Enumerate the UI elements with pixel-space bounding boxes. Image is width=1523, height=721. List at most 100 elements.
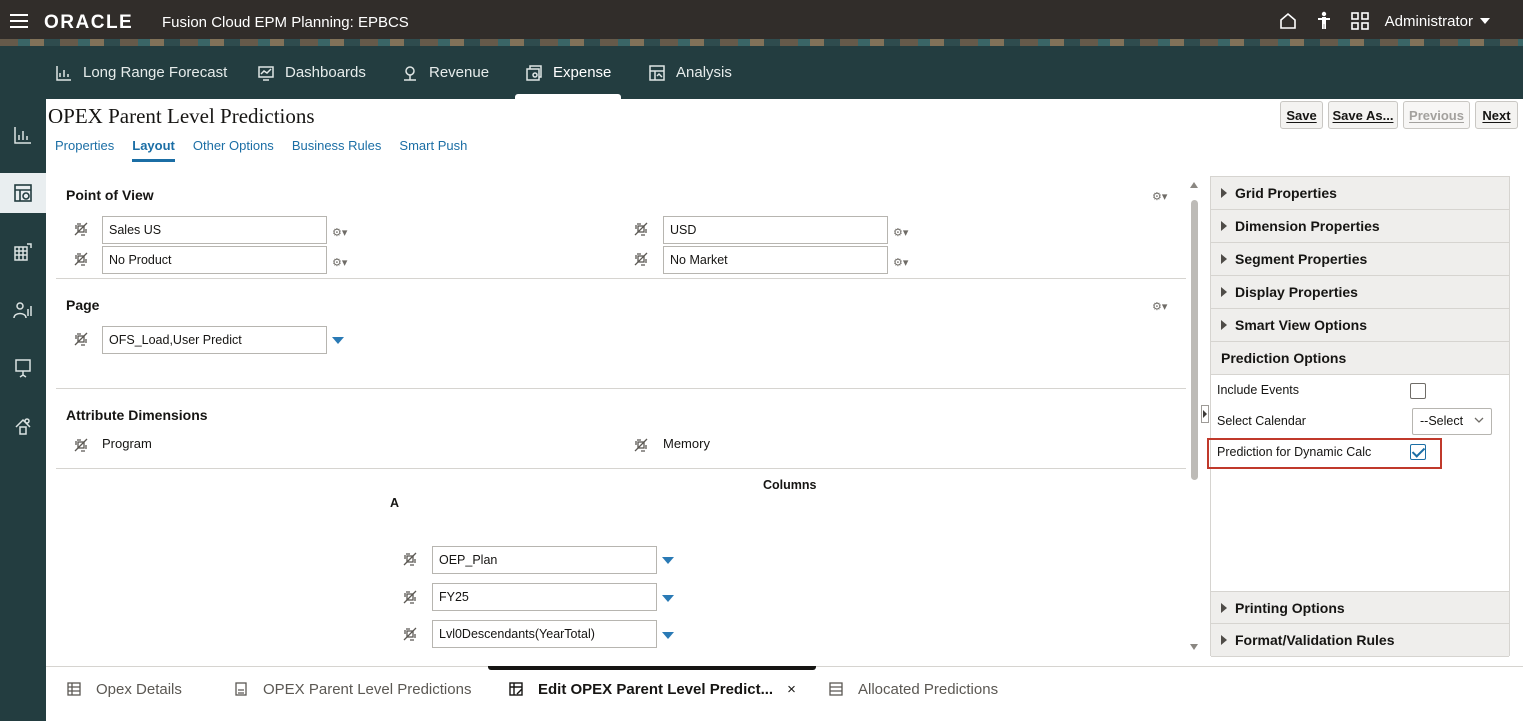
include-events-label: Include Events [1217,383,1299,397]
divider [56,468,1186,469]
accordion-dimension-properties[interactable]: Dimension Properties [1211,210,1509,243]
previous-button[interactable]: Previous [1403,101,1470,129]
scroll-up-icon[interactable] [1190,182,1198,188]
expand-triangle-icon [1221,188,1227,198]
bottom-tab-allocated-predictions[interactable]: Allocated Predictions [828,667,998,711]
accordion-printing-options[interactable]: Printing Options [1211,591,1509,624]
rail-chart-icon[interactable] [0,115,46,155]
accessibility-icon[interactable] [1313,10,1335,32]
navigator-grid-icon[interactable] [1349,10,1371,32]
member-selector-icon[interactable] [402,589,420,607]
rail-people-icon[interactable] [0,290,46,330]
nav-dashboards[interactable]: Dashboards [257,46,366,99]
settings-icon[interactable]: ⚙▾ [1152,300,1170,314]
chevron-down-icon [1474,417,1484,423]
member-selector-icon[interactable] [73,221,91,239]
dropdown-arrow-icon[interactable] [332,337,344,344]
tab-other-options[interactable]: Other Options [193,138,274,162]
member-selector-icon[interactable] [633,251,651,269]
divider [56,388,1186,389]
dashboard-icon [258,65,274,81]
accordion-smart-view-options[interactable]: Smart View Options [1211,309,1509,342]
pov-member-no-product[interactable]: No Product [102,246,327,274]
bottom-tab-edit-opex[interactable]: Edit OPEX Parent Level Predict... × [488,666,816,711]
save-button[interactable]: Save [1280,101,1323,129]
revenue-icon [404,65,416,81]
top-bar: ORACLE Fusion Cloud EPM Planning: EPBCS … [0,0,1523,46]
layout-panel: Point of View ⚙▾ Sales US ⚙▾ USD ⚙▾ No P… [56,175,1188,665]
subtab-bar: Properties Layout Other Options Business… [55,138,467,162]
column-member-fy25[interactable]: FY25 [432,583,657,611]
oracle-logo: ORACLE [44,12,134,33]
tab-properties[interactable]: Properties [55,138,114,162]
column-label-a: A [390,496,400,510]
include-events-checkbox[interactable] [1410,383,1426,399]
divider [56,278,1186,279]
pov-member-sales-us[interactable]: Sales US [102,216,327,244]
document-icon [235,682,247,696]
save-as-button[interactable]: Save As... [1328,101,1398,129]
calendar-select[interactable]: --Select [1412,408,1492,435]
pov-member-no-market[interactable]: No Market [663,246,888,274]
grid-icon [829,682,843,696]
properties-panel: Grid Properties Dimension Properties Seg… [1210,176,1510,657]
expand-triangle-icon [1221,320,1227,330]
edit-form-icon [509,682,523,696]
page-title: OPEX Parent Level Predictions [48,104,315,128]
column-member-lvl0descendants[interactable]: Lvl0Descendants(YearTotal) [432,620,657,648]
close-icon[interactable]: × [787,681,796,698]
accordion-prediction-options[interactable]: Prediction Options [1211,342,1509,375]
bottom-tab-opex-parent-level[interactable]: OPEX Parent Level Predictions [233,667,471,711]
expand-triangle-icon [1221,635,1227,645]
layout-scrollbar[interactable] [1188,178,1200,656]
nav-revenue[interactable]: Revenue [401,46,489,99]
rail-presentation-icon[interactable] [0,348,46,388]
dropdown-arrow-icon[interactable] [662,595,674,602]
bottom-tab-opex-details[interactable]: Opex Details [66,667,182,711]
tab-business-rules[interactable]: Business Rules [292,138,382,162]
accordion-display-properties[interactable]: Display Properties [1211,276,1509,309]
rail-flow-icon[interactable] [0,406,46,446]
member-selector-icon[interactable] [73,251,91,269]
rail-grid-icon[interactable] [0,232,46,272]
dropdown-arrow-icon[interactable] [662,632,674,639]
rail-forms-icon[interactable] [0,173,46,213]
member-options-icon[interactable]: ⚙▾ [893,256,911,270]
analysis-icon [649,64,665,81]
next-button[interactable]: Next [1475,101,1518,129]
member-options-icon[interactable]: ⚙▾ [332,256,350,270]
left-rail [0,99,46,721]
user-menu[interactable]: Administrator [1385,13,1491,30]
attribute-memory: Memory [663,436,710,451]
hamburger-menu-icon[interactable] [10,14,28,28]
main-nav: Long Range Forecast Dashboards Revenue E… [0,46,1523,99]
form-icon [67,682,81,696]
scroll-down-icon[interactable] [1190,644,1198,650]
page-member-field[interactable]: OFS_Load,User Predict [102,326,327,354]
member-options-icon[interactable]: ⚙▾ [332,226,350,240]
chart-icon [56,65,71,81]
accordion-format-validation-rules[interactable]: Format/Validation Rules [1211,624,1509,657]
member-options-icon[interactable]: ⚙▾ [893,226,911,240]
dropdown-arrow-icon[interactable] [662,557,674,564]
tab-smart-push[interactable]: Smart Push [399,138,467,162]
nav-expense[interactable]: Expense [514,46,622,99]
tab-layout[interactable]: Layout [132,138,175,162]
member-selector-icon[interactable] [402,551,420,569]
accordion-segment-properties[interactable]: Segment Properties [1211,243,1509,276]
member-selector-icon[interactable] [73,331,91,349]
settings-icon[interactable]: ⚙▾ [1152,190,1170,204]
member-selector-icon[interactable] [73,437,91,455]
member-selector-icon[interactable] [633,221,651,239]
nav-long-range-forecast[interactable]: Long Range Forecast [55,46,227,99]
member-selector-icon[interactable] [402,626,420,644]
pov-member-usd[interactable]: USD [663,216,888,244]
scroll-thumb[interactable] [1191,200,1198,480]
panel-splitter-handle[interactable] [1201,405,1209,423]
column-member-oep-plan[interactable]: OEP_Plan [432,546,657,574]
member-selector-icon[interactable] [633,437,651,455]
chevron-down-icon [1480,18,1490,24]
accordion-grid-properties[interactable]: Grid Properties [1211,177,1509,210]
home-icon[interactable] [1277,10,1299,32]
nav-analysis[interactable]: Analysis [648,46,732,99]
